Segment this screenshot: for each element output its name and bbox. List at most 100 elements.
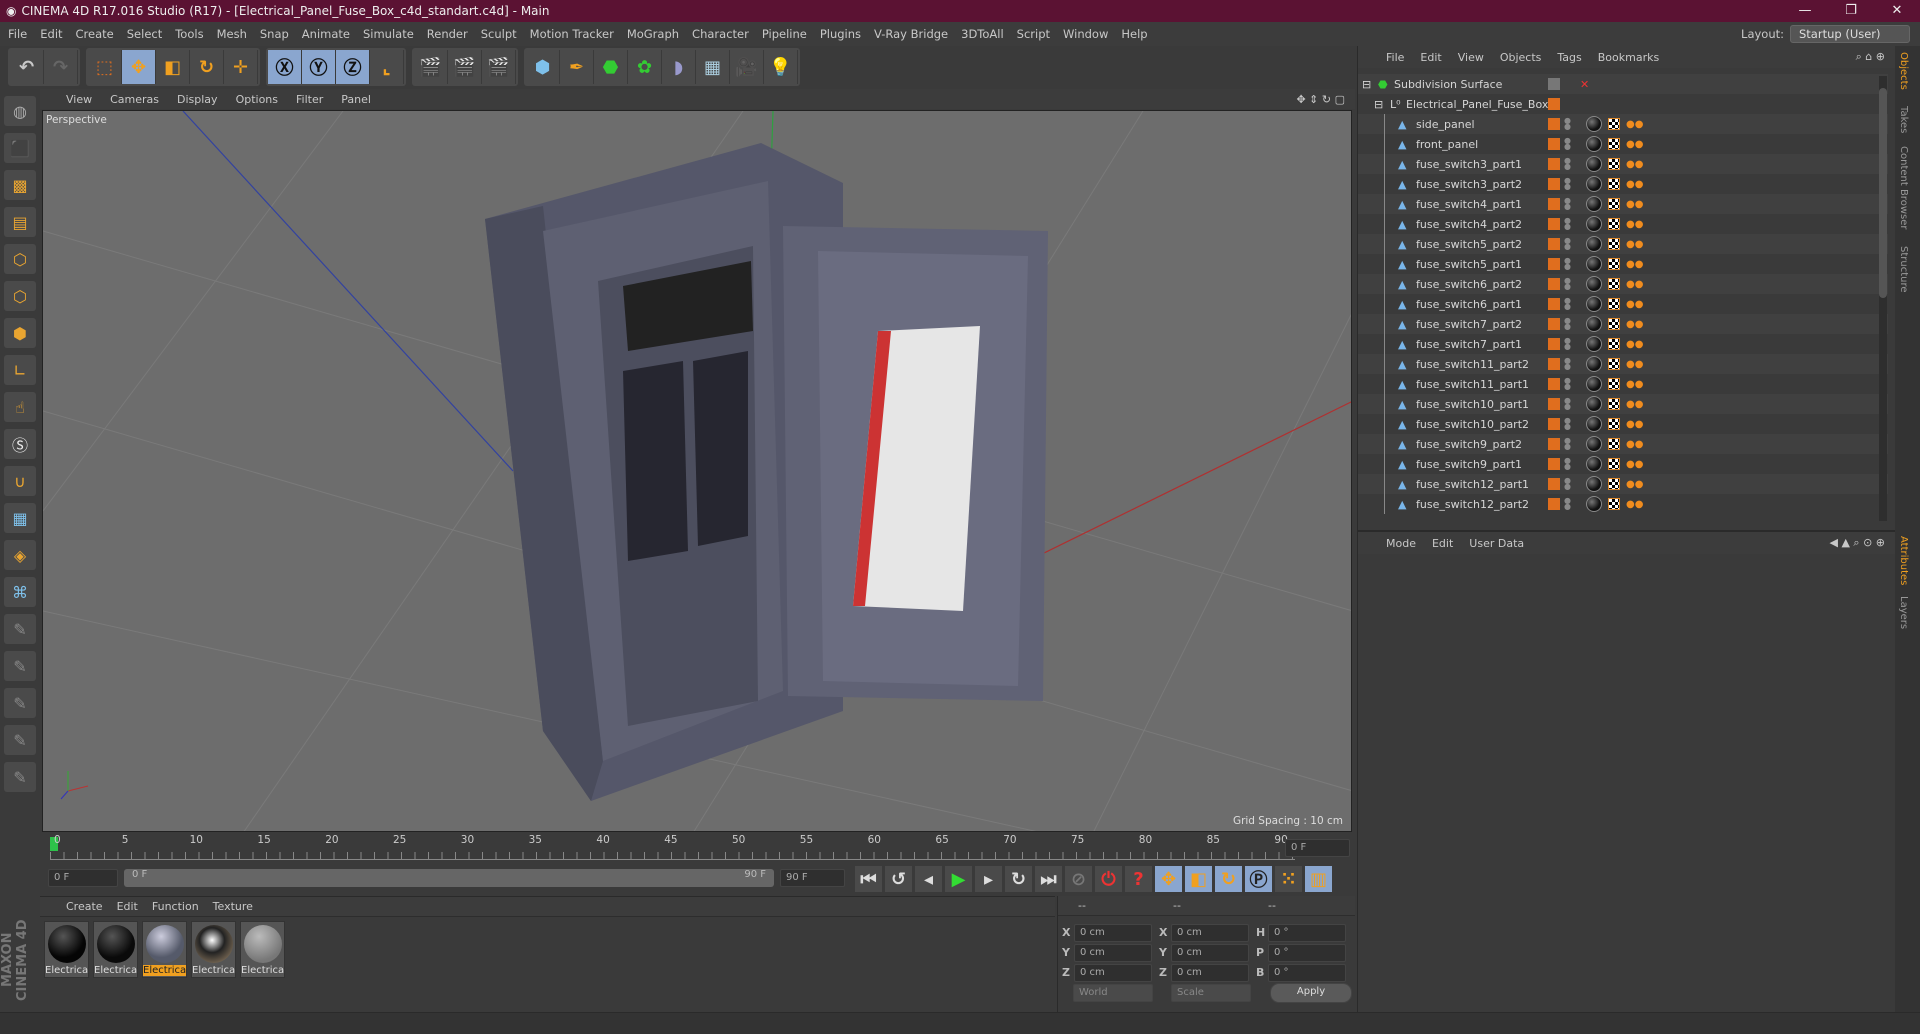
visibility-dots-icon[interactable]: ● ● bbox=[1564, 237, 1571, 251]
layer-color-icon[interactable] bbox=[1548, 258, 1560, 270]
texture-tag-icon[interactable] bbox=[1608, 358, 1620, 370]
object-row[interactable]: ▲ fuse_switch3_part2 ● ● ●● bbox=[1358, 174, 1888, 194]
visibility-dots-icon[interactable]: ● ● bbox=[1564, 257, 1571, 271]
layer-color-icon[interactable] bbox=[1548, 298, 1560, 310]
viewport-menu-cameras[interactable]: Cameras bbox=[110, 93, 159, 106]
layer-color-icon[interactable] bbox=[1548, 458, 1560, 470]
object-row-subdivision[interactable]: ⊟ ⬣ Subdivision Surface ✕ bbox=[1358, 74, 1888, 94]
apply-button[interactable]: Apply bbox=[1270, 983, 1352, 1003]
object-row[interactable]: ▲ side_panel ● ● ●● bbox=[1358, 114, 1888, 134]
smooth-icon[interactable]: ✎ bbox=[4, 725, 36, 755]
layer-color-icon[interactable] bbox=[1548, 278, 1560, 290]
texture-tag-icon[interactable] bbox=[1608, 158, 1620, 170]
cube-icon[interactable]: ⬢ bbox=[526, 50, 560, 84]
phong-tag-icon[interactable]: ●● bbox=[1626, 139, 1643, 150]
visibility-dots-icon[interactable]: ● ● bbox=[1564, 417, 1571, 431]
menu-3dtoall[interactable]: 3DToAll bbox=[961, 27, 1004, 41]
menu-script[interactable]: Script bbox=[1017, 27, 1050, 41]
phong-tag-icon[interactable]: ●● bbox=[1626, 459, 1643, 470]
points-mode-icon[interactable]: ⬡ bbox=[4, 244, 36, 274]
menu-help[interactable]: Help bbox=[1121, 27, 1147, 41]
array-icon[interactable]: ✿ bbox=[628, 50, 662, 84]
autokey-icon[interactable]: ⏻ bbox=[1095, 866, 1123, 892]
object-row[interactable]: ▲ fuse_switch6_part1 ● ● ●● bbox=[1358, 294, 1888, 314]
layer-color-icon[interactable] bbox=[1548, 418, 1560, 430]
phong-tag-icon[interactable]: ●● bbox=[1626, 399, 1643, 410]
deformer-icon[interactable]: ◗ bbox=[662, 50, 696, 84]
key-scale-icon[interactable]: ◧ bbox=[1185, 866, 1213, 892]
transform-icon[interactable]: ✛ bbox=[224, 50, 258, 84]
layer-color-icon[interactable] bbox=[1548, 478, 1560, 490]
tab-content-browser[interactable]: Content Browser bbox=[1898, 146, 1909, 229]
object-row[interactable]: ▲ fuse_switch9_part1 ● ● ●● bbox=[1358, 454, 1888, 474]
visibility-dots-icon[interactable]: ● ● bbox=[1564, 497, 1571, 511]
visibility-dots-icon[interactable]: ● ● bbox=[1564, 157, 1571, 171]
viewport-nav-icons[interactable]: ✥ ⇕ ↻ ▢ bbox=[1296, 93, 1345, 106]
coordinate-system-icon[interactable]: ⌞ bbox=[370, 50, 404, 84]
object-row[interactable]: ▲ fuse_switch12_part2 ● ● ●● bbox=[1358, 494, 1888, 514]
texture-tag-icon[interactable] bbox=[1608, 418, 1620, 430]
material-swatch[interactable]: Electrica bbox=[93, 921, 138, 978]
magnet-icon[interactable]: ∪ bbox=[4, 466, 36, 496]
menu-vray-bridge[interactable]: V-Ray Bridge bbox=[874, 27, 948, 41]
workplane-icon[interactable]: ▤ bbox=[4, 207, 36, 237]
visibility-dots-icon[interactable]: ● ● bbox=[1564, 357, 1571, 371]
material-menu-create[interactable]: Create bbox=[66, 900, 103, 913]
minimize-button[interactable]: — bbox=[1782, 0, 1828, 22]
redo-icon[interactable]: ↷ bbox=[44, 50, 78, 84]
edges-mode-icon[interactable]: ⬡ bbox=[4, 281, 36, 311]
model-mode-icon[interactable]: ⬛ bbox=[4, 133, 36, 163]
coord-value-field[interactable]: 0 cm bbox=[1074, 944, 1152, 962]
menu-plugins[interactable]: Plugins bbox=[820, 27, 861, 41]
light-icon[interactable]: 💡 bbox=[764, 50, 798, 84]
obj-menu-file[interactable]: File bbox=[1386, 51, 1404, 64]
object-row[interactable]: ▲ fuse_switch3_part1 ● ● ●● bbox=[1358, 154, 1888, 174]
visibility-dots-icon[interactable]: ● ● bbox=[1564, 177, 1571, 191]
attr-menu-user-data[interactable]: User Data bbox=[1469, 537, 1524, 550]
object-row[interactable]: ▲ fuse_switch4_part1 ● ● ●● bbox=[1358, 194, 1888, 214]
phong-tag-icon[interactable]: ●● bbox=[1626, 259, 1643, 270]
phong-tag-icon[interactable]: ●● bbox=[1626, 379, 1643, 390]
attr-menu-edit[interactable]: Edit bbox=[1432, 537, 1453, 550]
material-menu-function[interactable]: Function bbox=[152, 900, 199, 913]
current-frame-field[interactable]: 0 F bbox=[1285, 839, 1350, 857]
object-row-group[interactable]: ⊟ L⁰ Electrical_Panel_Fuse_Box bbox=[1358, 94, 1888, 114]
material-tag-icon[interactable] bbox=[1586, 416, 1602, 432]
menu-motion-tracker[interactable]: Motion Tracker bbox=[530, 27, 614, 41]
coord-value-field[interactable]: 0 ° bbox=[1268, 964, 1346, 982]
coord-value-field[interactable]: 0 cm bbox=[1171, 924, 1249, 942]
inflate-icon[interactable]: ✎ bbox=[4, 762, 36, 792]
menu-select[interactable]: Select bbox=[127, 27, 162, 41]
key-pla-icon[interactable]: ⁙ bbox=[1275, 866, 1303, 892]
timeline-window-icon[interactable]: ▥ bbox=[1305, 866, 1333, 892]
camera-icon[interactable]: 🎥 bbox=[730, 50, 764, 84]
menu-window[interactable]: Window bbox=[1063, 27, 1108, 41]
material-tag-icon[interactable] bbox=[1586, 276, 1602, 292]
layer-color-icon[interactable] bbox=[1548, 318, 1560, 330]
live-selection-icon[interactable]: ⬚ bbox=[88, 50, 122, 84]
phong-tag-icon[interactable]: ●● bbox=[1626, 119, 1643, 130]
layer-color-icon[interactable] bbox=[1548, 198, 1560, 210]
timeline-ruler[interactable]: 0 5 10 15 20 25 30 35 40 45 50 55 60 65 70 75 80 85 90 0 F bbox=[40, 834, 1355, 862]
viewport-menu-display[interactable]: Display bbox=[177, 93, 218, 106]
phong-tag-icon[interactable]: ●● bbox=[1626, 359, 1643, 370]
texture-tag-icon[interactable] bbox=[1608, 398, 1620, 410]
key-position-icon[interactable]: ✥ bbox=[1155, 866, 1183, 892]
object-row[interactable]: ▲ fuse_switch12_part1 ● ● ●● bbox=[1358, 474, 1888, 494]
visibility-dots-icon[interactable]: ● ● bbox=[1564, 277, 1571, 291]
texture-tag-icon[interactable] bbox=[1608, 278, 1620, 290]
phong-tag-icon[interactable]: ●● bbox=[1626, 499, 1643, 510]
material-tag-icon[interactable] bbox=[1586, 436, 1602, 452]
texture-tag-icon[interactable] bbox=[1608, 438, 1620, 450]
start-frame-field[interactable]: 0 F bbox=[48, 869, 118, 887]
viewport-menu-filter[interactable]: Filter bbox=[296, 93, 323, 106]
material-tag-icon[interactable] bbox=[1586, 136, 1602, 152]
material-menu-edit[interactable]: Edit bbox=[117, 900, 138, 913]
obj-menu-objects[interactable]: Objects bbox=[1500, 51, 1542, 64]
object-row[interactable]: ▲ fuse_switch11_part1 ● ● ●● bbox=[1358, 374, 1888, 394]
key-rotation-icon[interactable]: ↻ bbox=[1215, 866, 1243, 892]
material-tag-icon[interactable] bbox=[1586, 336, 1602, 352]
prev-frame-icon[interactable]: ◂ bbox=[915, 866, 943, 892]
phong-tag-icon[interactable]: ●● bbox=[1626, 419, 1643, 430]
material-tag-icon[interactable] bbox=[1586, 296, 1602, 312]
